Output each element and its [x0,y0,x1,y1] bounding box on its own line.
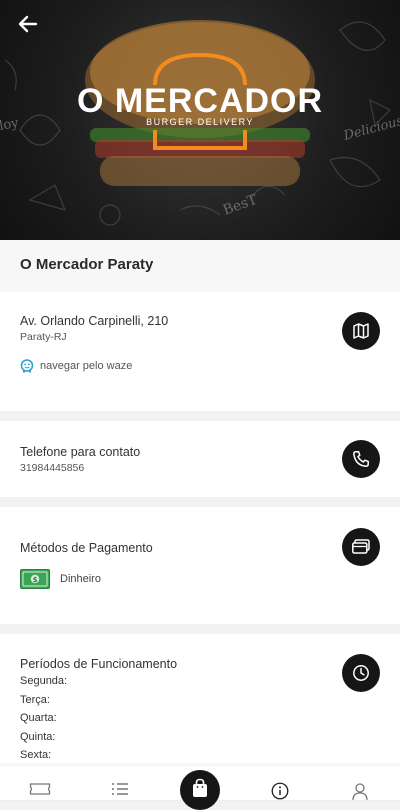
payment-methods-button[interactable] [342,528,380,566]
back-button[interactable] [14,12,42,36]
hours-card: Períodos de Funcionamento Segunda: Terça… [0,634,400,774]
svg-text:BesT: BesT [221,191,260,218]
store-name: O Mercador Paraty [20,256,154,273]
store-title-bar: O Mercador Paraty [0,240,400,292]
store-logo-subtitle: BURGER DELIVERY [146,117,254,127]
list-icon [112,783,128,795]
store-logo-text: O MERCADOR [76,82,324,120]
phone-card: Telefone para contato 31984445856 [0,421,400,497]
user-icon [352,783,368,800]
info-icon [271,782,289,800]
hours-day: Sexta: [20,749,52,761]
phone-icon [353,451,369,467]
address-card: Av. Orlando Carpinelli, 210 Paraty-RJ na… [0,292,400,411]
nav-profile[interactable] [348,782,372,800]
waze-icon [20,359,34,373]
waze-link-label: navegar pelo waze [40,360,133,372]
payment-method-item: $ Dinheiro [20,569,400,589]
arrow-left-icon [18,15,38,33]
payment-card: Métodos de Pagamento $ Dinheiro [0,507,400,624]
shopping-bag-icon [193,778,207,797]
map-button[interactable] [342,312,380,350]
hours-days-list: Segunda: Terça: Quarta: Quinta: Sexta: [20,672,400,765]
wallet-icon [352,539,370,554]
cash-icon: $ [20,569,50,589]
nav-info[interactable] [268,782,292,800]
hours-day: Terça: [20,693,50,706]
store-banner: Delicious BesT loy O MERCADOR BURGER DEL… [0,0,400,240]
call-button[interactable] [342,440,380,478]
map-icon [353,323,369,339]
svg-text:$: $ [33,576,38,584]
clock-icon [353,665,369,681]
nav-cart-button[interactable] [180,770,220,810]
payment-method-name: Dinheiro [60,573,101,585]
hours-day: Quinta: [20,730,56,743]
hours-button[interactable] [342,654,380,692]
nav-menu-list[interactable] [108,782,132,800]
ticket-icon [29,783,51,795]
nav-coupons[interactable] [28,782,52,800]
waze-link[interactable]: navegar pelo waze [20,359,400,373]
hours-day: Quarta: [20,712,57,724]
